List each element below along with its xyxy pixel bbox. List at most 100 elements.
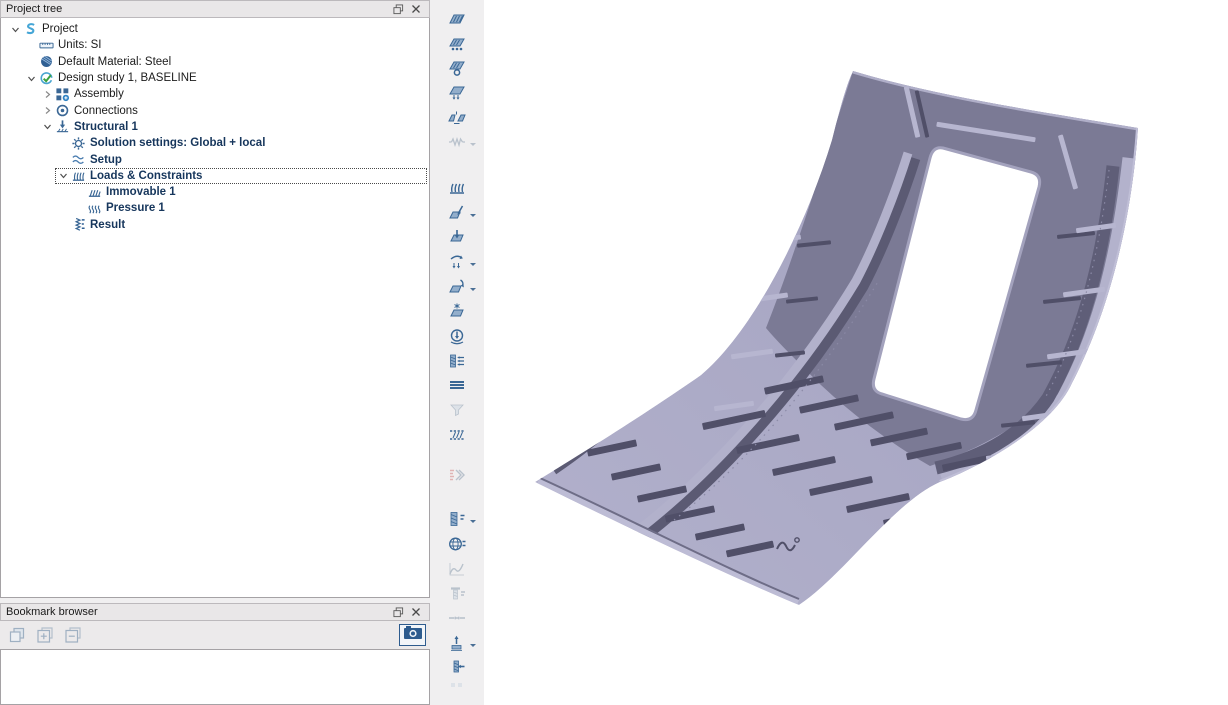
toolbar-button-pin-support[interactable] [436, 58, 478, 83]
toolbar-button-hydrostatic-pressure[interactable] [436, 351, 478, 376]
tree-item-setup[interactable]: Setup [1, 151, 429, 167]
tree-item-units-si[interactable]: Units: SI [1, 37, 429, 53]
tree-item-default-material-steel[interactable]: Default Material: Steel [1, 54, 429, 70]
toolbar-button-immovable-constraint[interactable] [436, 178, 478, 203]
tree-item-row: Loads & Constraints [55, 168, 427, 184]
immovable-constraint-icon [448, 179, 466, 202]
gravity-load-icon [448, 278, 466, 301]
spring-reaction-icon [448, 510, 466, 533]
close-panel-icon[interactable] [407, 2, 424, 17]
toolbar-button-remote-load[interactable] [436, 252, 478, 277]
tree-item-label: Immovable 1 [106, 186, 180, 198]
dropdown-arrow-icon[interactable] [470, 214, 476, 217]
chevron-expanded-icon[interactable] [56, 171, 70, 180]
dropdown-arrow-icon[interactable] [470, 644, 476, 647]
toolbar-button-immovable-support[interactable] [436, 9, 478, 34]
toolbar-button-force-load[interactable] [436, 203, 478, 228]
tree-item-design-study-1-baseline[interactable]: Design study 1, BASELINE [1, 70, 429, 86]
camera-icon [403, 624, 423, 646]
chevron-expanded-icon[interactable] [24, 74, 38, 83]
capture-bookmark-button[interactable] [399, 624, 426, 646]
bookmark-browser-title: Bookmark browser [6, 604, 390, 620]
tree-item-solution-settings-global-local[interactable]: Solution settings: Global + local [1, 135, 429, 151]
setup-waves-icon [70, 152, 86, 168]
toolbar-separator [430, 450, 484, 465]
tree-item-label: Setup [90, 154, 126, 166]
tree-item-project[interactable]: Project [1, 21, 429, 37]
simcenter-logo-icon [22, 21, 38, 37]
tree-item-result[interactable]: Result [1, 217, 429, 233]
float-panel-icon[interactable] [390, 2, 407, 17]
tree-item-row: Setup [55, 151, 427, 167]
toolbar-button-thermal-load[interactable] [436, 302, 478, 327]
dropdown-arrow-icon[interactable] [470, 263, 476, 266]
tree-indent [1, 61, 23, 62]
project-tree-title: Project tree [6, 1, 390, 17]
tree-item-row: Design study 1, BASELINE [23, 70, 427, 86]
dropdown-arrow-icon[interactable] [470, 520, 476, 523]
tree-item-connections[interactable]: Connections [1, 102, 429, 118]
tree-item-loads-constraints[interactable]: Loads & Constraints [1, 168, 429, 184]
toolbar-button-gravity-load[interactable] [436, 277, 478, 302]
toolbar-button-virtual-connector[interactable] [436, 425, 478, 450]
dropdown-arrow-icon[interactable] [470, 143, 476, 146]
toolbar-button-hinge-support[interactable] [436, 108, 478, 133]
bookmark-list[interactable] [0, 649, 430, 705]
tree-item-row: Connections [39, 102, 427, 118]
toolbar-button-bolt-preload[interactable] [436, 658, 478, 683]
hydrostatic-pressure-icon [448, 352, 466, 375]
tree-indent [1, 94, 39, 95]
tree-item-pressure-1[interactable]: Pressure 1 [1, 200, 429, 216]
tree-item-row: Pressure 1 [71, 200, 427, 216]
sliding-support-icon [448, 35, 466, 58]
toolbar-button-contact-reaction [436, 608, 478, 633]
copy-bookmark-button [4, 624, 29, 646]
hinge-support-icon [448, 109, 466, 132]
clipped-bottom-icon [448, 683, 466, 705]
tree-item-structural-1[interactable]: Structural 1 [1, 119, 429, 135]
expand-all-button [32, 624, 57, 646]
toolbar-button-pressure-load[interactable] [436, 228, 478, 253]
chevron-expanded-icon[interactable] [8, 25, 22, 34]
tree-item-row: Default Material: Steel [23, 54, 427, 70]
tree-indent [1, 175, 55, 176]
tree-item-label: Units: SI [58, 39, 105, 51]
toolbar-button-prescribed-displacement[interactable] [436, 83, 478, 108]
tree-item-label: Design study 1, BASELINE [58, 72, 201, 84]
toolbar-button-global-reaction[interactable] [436, 534, 478, 559]
3d-viewport[interactable] [484, 0, 1228, 705]
force-load-icon [448, 204, 466, 227]
assembly-icon [54, 86, 70, 102]
float-panel-icon[interactable] [390, 605, 407, 620]
tree-item-row: Immovable 1 [71, 184, 427, 200]
tree-item-label: Project [42, 23, 82, 35]
angular-velocity-icon [448, 327, 466, 350]
chevron-collapsed-icon[interactable] [40, 106, 54, 115]
tree-indent [1, 78, 23, 79]
chevron-collapsed-icon[interactable] [40, 90, 54, 99]
virtual-connector-icon [448, 426, 466, 449]
design-study-icon [38, 70, 54, 86]
remote-load-icon [448, 253, 466, 276]
tree-indent [1, 208, 71, 209]
bookmark-browser-titlebar: Bookmark browser [0, 603, 430, 621]
tree-item-assembly[interactable]: Assembly [1, 86, 429, 102]
chevron-expanded-icon[interactable] [40, 122, 54, 131]
tree-item-label: Default Material: Steel [58, 56, 175, 68]
toolbar-button-angular-velocity[interactable] [436, 326, 478, 351]
toolbar-button-displacement-probe[interactable] [436, 633, 478, 658]
dropdown-arrow-icon[interactable] [470, 288, 476, 291]
toolbar-button-sliding-support[interactable] [436, 34, 478, 59]
3d-model-panel[interactable] [484, 0, 1228, 705]
tree-indent [1, 159, 55, 160]
xy-plot-icon [448, 560, 466, 583]
result-icon [70, 217, 86, 233]
tree-indent [1, 45, 23, 46]
toolbar-button-rigid-wall[interactable] [436, 376, 478, 401]
material-icon [38, 54, 54, 70]
toolbar-button-spring-reaction[interactable] [436, 509, 478, 534]
close-panel-icon[interactable] [407, 605, 424, 620]
tree-item-immovable-1[interactable]: Immovable 1 [1, 184, 429, 200]
prescribed-displacement-icon [448, 84, 466, 107]
enclosure-icon [448, 401, 466, 424]
